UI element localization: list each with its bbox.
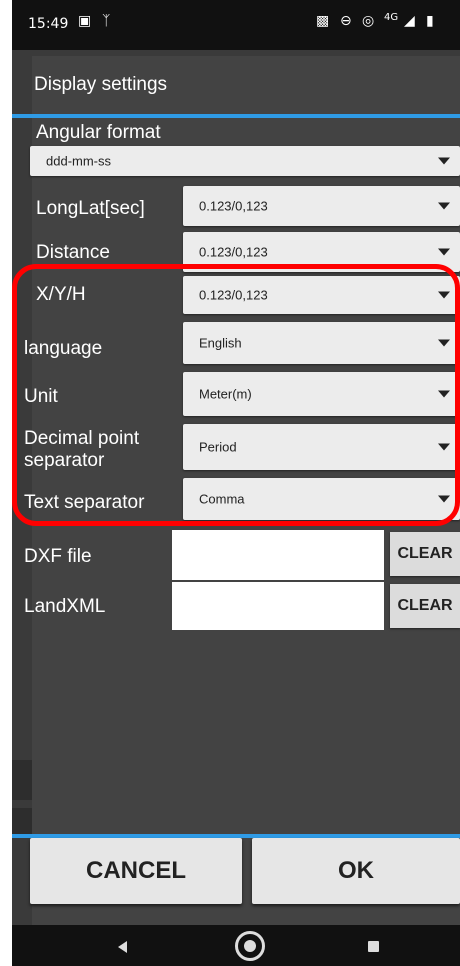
dialog-title: Display settings [34,74,168,95]
language-select[interactable]: English [183,322,460,364]
landxml-label: LandXML [24,596,106,617]
chevron-down-icon [438,202,450,210]
status-time: 15:49 [28,16,69,32]
text-separator-select[interactable]: Comma [183,478,460,520]
activity-icon: ᛉ [102,13,111,29]
xyh-label: X/Y/H [36,284,86,305]
decimal-separator-select[interactable]: Period [183,424,460,470]
landxml-clear-button[interactable]: CLEAR [390,584,460,628]
decimal-separator-label: Decimal point separator [24,428,140,471]
hotspot-icon: ◎ [362,13,375,29]
chevron-down-icon [438,157,450,165]
phone-screen: 15:49 ▣ ᛉ ▩ ⊖ ◎ 4G ◢ ▮ Display settings … [12,0,460,966]
network-4g-icon: 4G [384,12,399,23]
unit-label: Unit [24,386,58,407]
status-bar: 15:49 ▣ ᛉ ▩ ⊖ ◎ 4G ◢ ▮ [12,0,460,50]
back-icon[interactable] [118,941,127,953]
navigation-bar [12,925,460,966]
text-separator-value: Comma [199,491,245,507]
home-icon[interactable] [235,931,265,961]
ok-button[interactable]: OK [252,838,460,904]
dnd-icon: ⊖ [340,13,352,29]
chevron-down-icon [438,291,450,299]
distance-select[interactable]: 0.123/0,123 [183,232,460,272]
angular-format-label: Angular format [36,122,161,143]
unit-value: Meter(m) [199,386,252,402]
longlat-select[interactable]: 0.123/0,123 [183,186,460,226]
cancel-button[interactable]: CANCEL [30,838,242,904]
dxf-file-field[interactable] [172,530,384,580]
decimal-separator-value: Period [199,439,237,455]
chevron-down-icon [438,443,450,451]
angular-format-select[interactable]: ddd-mm-ss [30,146,460,176]
landxml-field[interactable] [172,582,384,630]
language-value: English [199,335,242,351]
dxf-clear-button[interactable]: CLEAR [390,532,460,576]
angular-format-value: ddd-mm-ss [46,153,112,169]
dxf-file-label: DXF file [24,546,92,567]
longlat-value: 0.123/0,123 [199,198,268,214]
chevron-down-icon [438,495,450,503]
vibrate-icon: ▩ [316,13,330,29]
battery-icon: ▮ [426,13,434,29]
title-divider [12,114,460,118]
language-label: language [24,338,103,359]
chevron-down-icon [438,248,450,256]
distance-value: 0.123/0,123 [199,244,268,260]
chevron-down-icon [438,339,450,347]
unit-select[interactable]: Meter(m) [183,372,460,416]
xyh-select[interactable]: 0.123/0,123 [183,276,460,314]
image-icon: ▣ [78,13,92,29]
distance-label: Distance [36,242,110,263]
xyh-value: 0.123/0,123 [199,287,268,303]
chevron-down-icon [438,390,450,398]
longlat-label: LongLat[sec] [36,198,145,219]
recents-icon[interactable] [368,941,379,952]
text-separator-label: Text separator [24,492,145,513]
signal-icon: ◢ [404,13,415,29]
